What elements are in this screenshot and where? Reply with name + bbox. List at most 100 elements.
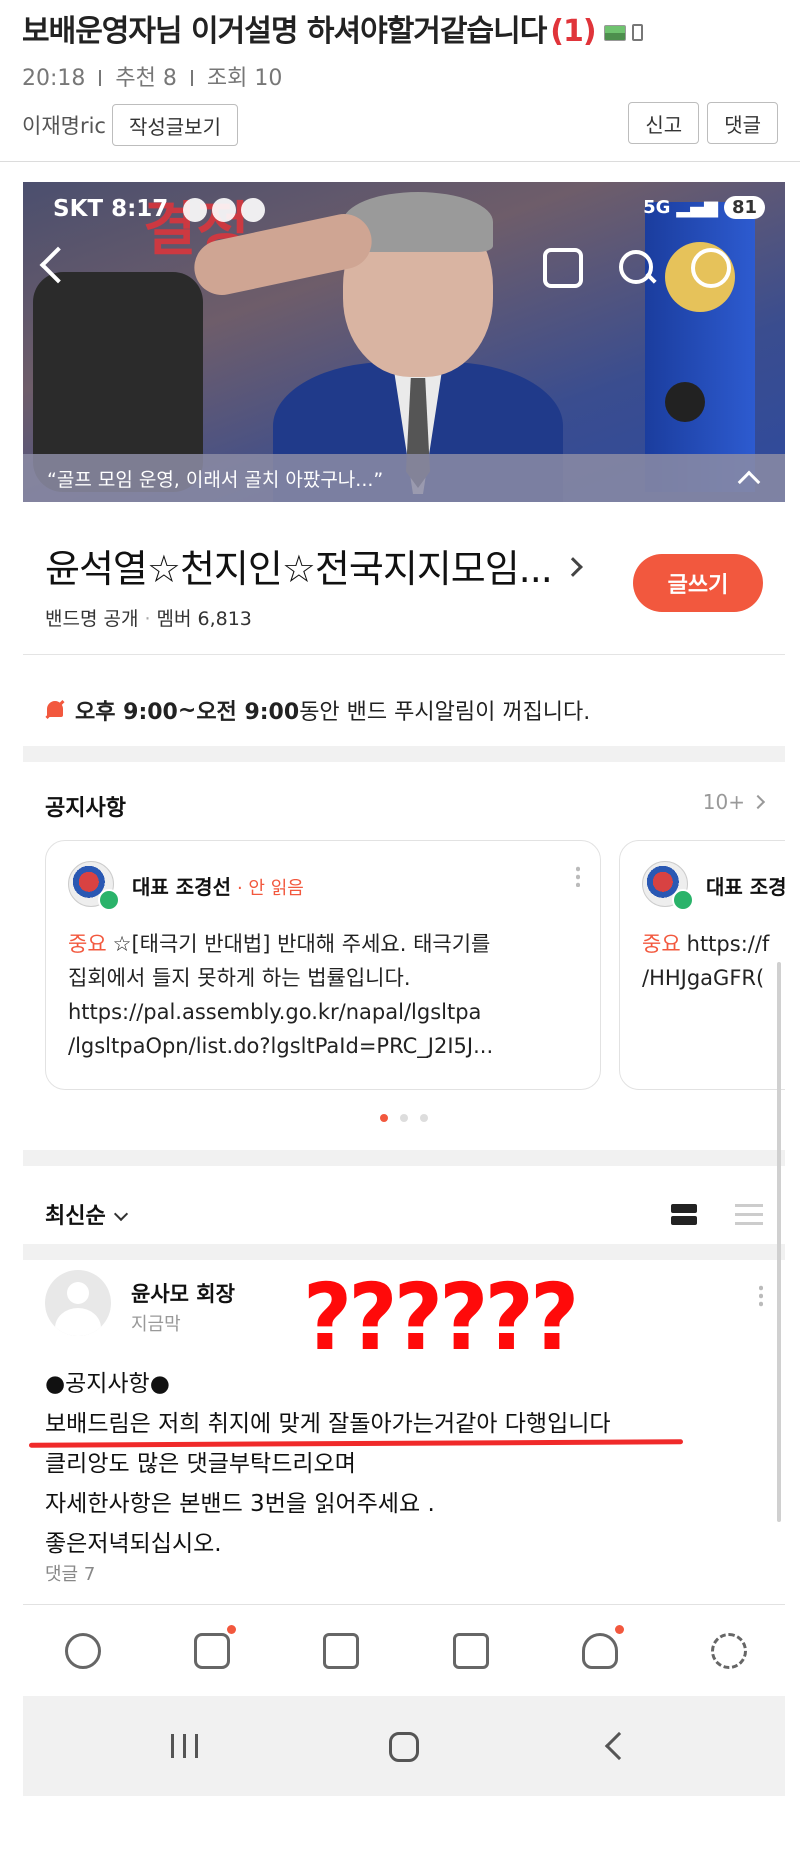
more-options-icon[interactable] bbox=[759, 1284, 763, 1308]
chevron-up-icon[interactable] bbox=[737, 470, 761, 494]
push-notice-row: 오후 9:00 ~ 오전 9:00 동안 밴드 푸시알림이 꺼집니다. bbox=[45, 690, 590, 730]
system-nav-bar bbox=[23, 1696, 785, 1796]
status-bar: SKT 8:17 5G ▂▄▆ 81 bbox=[23, 196, 785, 230]
sort-dropdown[interactable]: 최신순 bbox=[45, 1198, 128, 1230]
pager-dot[interactable] bbox=[400, 1114, 408, 1122]
unread-status: · 안 읽음 bbox=[236, 878, 304, 899]
post-views: 조회 10 bbox=[206, 66, 283, 91]
edit-icon[interactable] bbox=[691, 248, 731, 288]
saluting-person-figure bbox=[189, 192, 563, 502]
more-options-icon[interactable] bbox=[576, 865, 580, 887]
folder-check-icon[interactable] bbox=[449, 1629, 493, 1673]
report-button[interactable]: 신고 bbox=[628, 102, 700, 144]
card-view-icon[interactable] bbox=[671, 1204, 697, 1226]
post-actions: 신고 댓글 bbox=[628, 102, 778, 144]
band-cover-image: 결정 SKT 8:17 5G ▂▄▆ 81 “골프 모임 운영, 이래서 골치 … bbox=[23, 182, 785, 502]
carousel-pager bbox=[23, 1114, 785, 1122]
section-separator bbox=[23, 1244, 785, 1260]
avatar[interactable] bbox=[45, 1270, 111, 1336]
author-row: 이재명ric 작성글보기 bbox=[22, 104, 238, 146]
members-icon[interactable] bbox=[578, 1625, 624, 1673]
post-recommend: 추천 8 bbox=[115, 66, 177, 91]
post-time: 20:18 bbox=[22, 66, 86, 91]
notification-icons bbox=[183, 198, 265, 222]
meta-separator bbox=[99, 70, 102, 86]
sort-row: 최신순 bbox=[23, 1182, 785, 1244]
question-marks-annotation: ?????? bbox=[303, 1264, 579, 1371]
talk-icon bbox=[183, 198, 207, 222]
post-author[interactable]: 이재명ric bbox=[22, 110, 106, 140]
post-title: 보배운영자님 이거설명 하셔야할거같습니다 (1) bbox=[22, 6, 643, 50]
pager-dot-active[interactable] bbox=[380, 1114, 388, 1122]
cover-nav bbox=[23, 242, 785, 302]
cover-notice-bar[interactable]: “골프 모임 운영, 이래서 골치 아팠구나...” bbox=[23, 454, 785, 502]
image-icon bbox=[603, 24, 626, 41]
feed-comment-count[interactable]: 댓글 7 bbox=[45, 1560, 95, 1586]
important-tag: 중요 bbox=[642, 932, 681, 956]
push-off-end: 오전 9:00 bbox=[196, 700, 300, 725]
chevron-down-icon bbox=[113, 1206, 128, 1222]
notice-card[interactable]: 대표 조경 중요 https://f /HHJgaGFR( bbox=[619, 840, 785, 1090]
notice-author: 대표 조경 bbox=[706, 875, 785, 899]
recent-apps-icon[interactable] bbox=[171, 1734, 199, 1758]
meta-separator bbox=[190, 70, 193, 86]
bell-off-icon bbox=[45, 699, 65, 721]
feed-post[interactable]: 윤사모 회장 지금막 ?????? ●공지사항● 보배드림은 저희 취지에 맞게… bbox=[23, 1264, 785, 1604]
pager-dot[interactable] bbox=[420, 1114, 428, 1122]
section-separator bbox=[23, 1150, 785, 1166]
view-author-posts-button[interactable]: 작성글보기 bbox=[111, 104, 238, 146]
battery-level: 81 bbox=[723, 196, 765, 219]
search-icon[interactable] bbox=[617, 248, 657, 288]
scrollbar[interactable] bbox=[777, 962, 781, 1522]
chat-icon[interactable] bbox=[61, 1629, 105, 1673]
calendar-icon[interactable] bbox=[319, 1629, 363, 1673]
band-subinfo: 밴드명 공개 · 멤버 6,813 bbox=[45, 608, 252, 630]
leader-crown-icon bbox=[672, 889, 694, 911]
new-badge bbox=[615, 1625, 624, 1634]
back-icon[interactable] bbox=[604, 1731, 634, 1761]
notice-author: 대표 조경선 · 안 읽음 bbox=[132, 875, 304, 899]
notice-body: 중요 https://f /HHJgaGFR( bbox=[642, 932, 770, 990]
cover-notice-text: “골프 모임 운영, 이래서 골치 아팠구나...” bbox=[47, 468, 384, 491]
home-icon[interactable] bbox=[389, 1732, 419, 1762]
mobile-icon bbox=[631, 24, 643, 41]
band-name-text: 윤석열☆천지인☆전국지지모임... bbox=[45, 547, 553, 591]
chevron-right-icon bbox=[563, 557, 583, 577]
post-meta: 20:18 추천 8 조회 10 bbox=[22, 60, 282, 92]
post-header: 보배운영자님 이거설명 하셔야할거같습니다 (1) 20:18 추천 8 조회 10 … bbox=[0, 0, 800, 162]
feed-time: 지금막 bbox=[131, 1314, 181, 1335]
share-icon[interactable] bbox=[543, 248, 583, 288]
list-view-icon[interactable] bbox=[735, 1204, 763, 1226]
notice-body: 중요 ☆[태극기 반대법] 반대해 주세요. 태극기를 집회에서 들지 못하게 하… bbox=[68, 932, 494, 1058]
new-badge bbox=[227, 1625, 236, 1634]
settings-gear-icon[interactable] bbox=[707, 1629, 751, 1673]
youtube-icon bbox=[212, 198, 236, 222]
notice-card[interactable]: 대표 조경선 · 안 읽음 중요 ☆[태극기 반대법] 반대해 주세요. 태극기를 … bbox=[45, 840, 601, 1090]
signal-icon: ▂▄▆ bbox=[676, 197, 718, 218]
feed-body: ●공지사항● 보배드림은 저희 취지에 맞게 잘돌아가는거같아 다행입니다 클리… bbox=[45, 1371, 611, 1557]
band-visibility: 밴드명 공개 bbox=[45, 608, 139, 630]
feed-author[interactable]: 윤사모 회장 bbox=[131, 1278, 235, 1308]
back-arrow-icon[interactable] bbox=[39, 246, 77, 284]
network-indicator: 5G bbox=[643, 197, 671, 218]
notices-heading: 공지사항 bbox=[45, 796, 126, 821]
leader-crown-icon bbox=[98, 889, 120, 911]
embedded-phone-screenshot: 결정 SKT 8:17 5G ▂▄▆ 81 “골프 모임 운영, 이래서 골치 … bbox=[23, 182, 785, 1864]
write-post-button[interactable]: 글쓰기 bbox=[633, 554, 763, 612]
comment-count-badge[interactable]: (1) bbox=[550, 14, 596, 49]
important-tag: 중요 bbox=[68, 932, 107, 956]
band-member-count: 멤버 6,813 bbox=[156, 608, 252, 630]
divider bbox=[23, 654, 785, 655]
comment-button[interactable]: 댓글 bbox=[707, 102, 778, 144]
band-name[interactable]: 윤석열☆천지인☆전국지지모임... bbox=[45, 538, 583, 593]
band-info: 윤석열☆천지인☆전국지지모임... 밴드명 공개 · 멤버 6,813 글쓰기 bbox=[23, 502, 785, 662]
post-title-text: 보배운영자님 이거설명 하셔야할거같습니다 bbox=[22, 14, 547, 49]
microphone-shape bbox=[665, 382, 705, 422]
carrier-time: SKT 8:17 bbox=[53, 196, 169, 222]
bottom-tab-bar bbox=[23, 1604, 785, 1696]
photo-icon[interactable] bbox=[190, 1625, 236, 1673]
push-notice-text: 동안 밴드 푸시알림이 꺼집니다. bbox=[299, 700, 591, 725]
push-off-start: 오후 9:00 bbox=[75, 700, 178, 725]
section-separator bbox=[23, 746, 785, 762]
notices-more-link[interactable]: 10+ bbox=[703, 790, 766, 814]
